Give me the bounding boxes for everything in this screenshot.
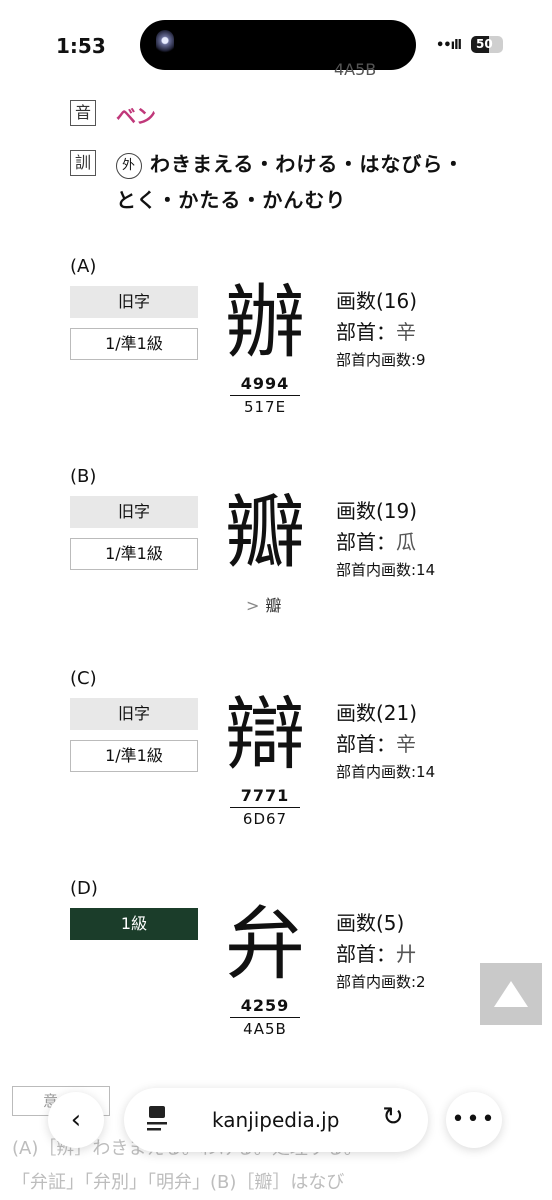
radical-value[interactable]: 瓜 [396,530,416,554]
url-text: kanjipedia.jp [212,1108,340,1132]
radical-row: 部首：瓜 [336,526,435,558]
partial-code: 4A5B [334,60,377,79]
radical-row: 部首：辛 [336,728,435,760]
chevron-right-icon: > [246,596,260,615]
radical-label: 部首： [336,320,396,344]
inner-stroke-count: 部首内画数:14 [336,561,436,579]
variant-label: (B) [70,466,97,487]
on-reading: 音 ベン [70,100,510,130]
more-icon: ••• [451,1107,497,1132]
variant-c: (C) 旧字 1/準1級 辯 7771 6D67 画数(21) 部首：辛 部首内… [70,668,510,848]
variant-label: (C) [70,668,97,689]
status-bar: 1:53 ••ıll 50 4A5B [0,0,552,90]
unicode-code: 517E [243,398,287,416]
kanji-info: 画数(16) 部首：辛 部首内画数:9 [336,286,426,372]
tabs-icon [147,1106,167,1131]
radical-label: 部首： [336,732,396,756]
radical-value[interactable]: 辛 [396,320,416,344]
variant-b: (B) 旧字 1/準1級 瓣 > 瓣 画数(19) 部首：瓜 部首内画数:14 [70,466,510,646]
inner-stroke-count: 部首内画数:14 [336,763,436,781]
scroll-top-button[interactable] [480,963,542,1025]
kanji-char: 辯 [225,688,305,781]
radical-label: 部首： [336,530,396,554]
variant-label: (D) [70,878,98,899]
kun-label: 訓 [70,150,96,176]
old-form-tag: 旧字 [70,286,198,318]
stroke-count: 画数(21) [336,701,418,725]
kun-value-wrap: 外わきまえる・わける・はなびら・とく・かたる・かんむり [116,146,476,218]
unicode-code: 4A5B [243,1020,287,1038]
more-button[interactable]: ••• [446,1092,502,1148]
level-tag[interactable]: 1級 [70,908,198,940]
jis-code: 4259 [230,996,300,1018]
kanji-char: 瓣 [225,486,305,579]
stroke-count: 画数(19) [336,499,418,523]
sub-kanji-link[interactable]: > 瓣 [246,592,281,616]
old-form-tag: 旧字 [70,496,198,528]
kanji-info: 画数(5) 部首：廾 部首内画数:2 [336,908,426,994]
radical-row: 部首：廾 [336,938,426,970]
variant-d: (D) 1級 弁 4259 4A5B 画数(5) 部首：廾 部首内画数:2 [70,878,510,1058]
gai-badge: 外 [116,152,142,179]
on-value: ベン [116,104,156,128]
signal-icon: ••ıll [436,38,462,53]
battery-icon: 50 [471,36,503,53]
chevron-left-icon: ‹ [70,1105,82,1135]
inner-stroke-count: 部首内画数:2 [336,973,426,991]
variant-a: (A) 旧字 1/準1級 辦 4994 517E 画数(16) 部首：辛 部首内… [70,256,510,436]
jis-code: 4994 [230,374,300,396]
on-label: 音 [70,100,96,126]
triangle-up-icon [494,981,528,1007]
address-bar[interactable]: kanjipedia.jp ↻ [124,1088,428,1152]
radical-label: 部首： [336,942,396,966]
kanji-char: 辦 [225,276,305,369]
kun-value: わきまえる・わける・はなびら・とく・かたる・かんむり [116,152,465,212]
stroke-count: 画数(16) [336,289,418,313]
old-form-tag: 旧字 [70,698,198,730]
level-tag[interactable]: 1/準1級 [70,328,198,360]
jis-code: 7771 [230,786,300,808]
back-button[interactable]: ‹ [48,1092,104,1148]
battery-level: 50 [476,37,493,51]
status-time: 1:53 [56,34,106,58]
radical-value[interactable]: 辛 [396,732,416,756]
radical-value[interactable]: 廾 [396,942,416,966]
stroke-count: 画数(5) [336,911,405,935]
flashlight-icon [156,30,174,60]
variant-label: (A) [70,256,97,277]
radical-row: 部首：辛 [336,316,426,348]
level-tag[interactable]: 1/準1級 [70,538,198,570]
unicode-code: 6D67 [242,810,288,828]
inner-stroke-count: 部首内画数:9 [336,351,426,369]
level-tag[interactable]: 1/準1級 [70,740,198,772]
sub-kanji: 瓣 [265,596,282,615]
kanji-info: 画数(19) 部首：瓜 部首内画数:14 [336,496,435,582]
kanji-char: 弁 [225,898,305,991]
meaning-line-2: 「弁証」「弁別」「明弁」(B)［瓣］はなび [12,1172,345,1193]
kun-reading: 訓 外わきまえる・わける・はなびら・とく・かたる・かんむり [70,150,510,230]
reload-icon[interactable]: ↻ [382,1102,404,1132]
kanji-info: 画数(21) 部首：辛 部首内画数:14 [336,698,435,784]
